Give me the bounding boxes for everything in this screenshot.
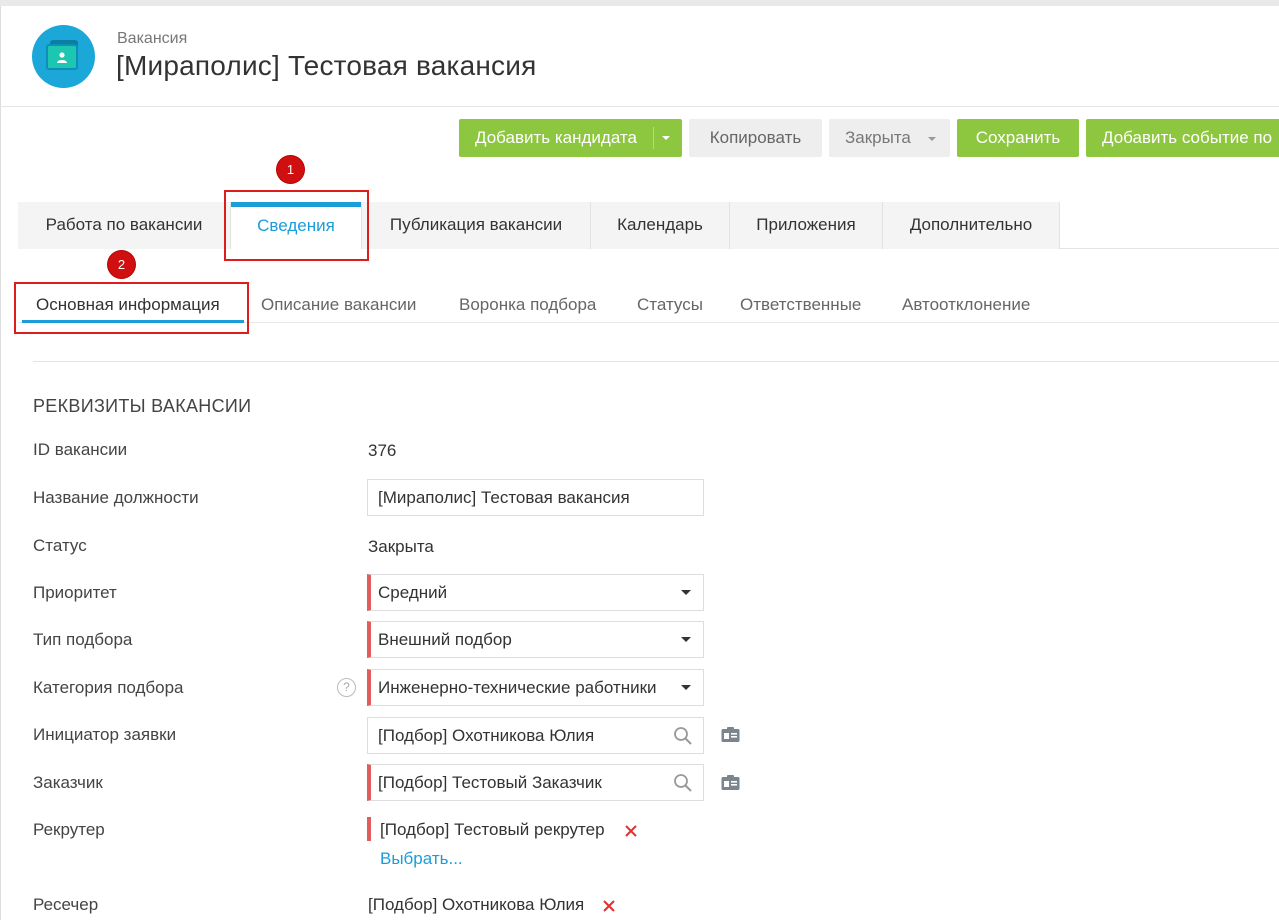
- section-divider: [33, 361, 1279, 362]
- add-candidate-label: Добавить кандидата: [475, 128, 637, 147]
- status-dropdown-label: Закрыта: [845, 128, 911, 147]
- priority-select[interactable]: Средний: [367, 574, 704, 611]
- help-icon[interactable]: ?: [337, 678, 356, 697]
- customer-input-value: [Подбор] Тестовый Заказчик: [378, 773, 602, 792]
- annotation-box-1: [224, 190, 369, 261]
- contact-card-icon[interactable]: [721, 727, 740, 743]
- dropdown-arrow-icon: [681, 637, 691, 642]
- selection-type-select[interactable]: Внешний подбор: [367, 621, 704, 658]
- copy-button[interactable]: Копировать: [689, 119, 822, 157]
- dropdown-arrow-icon: [681, 590, 691, 595]
- status-value: Закрыта: [368, 537, 434, 556]
- page-title: [Мираполис] Тестовая вакансия: [116, 50, 537, 81]
- subtab-description[interactable]: Описание вакансии: [261, 286, 416, 324]
- tab-calendar[interactable]: Календарь: [591, 202, 730, 249]
- position-label: Название должности: [33, 488, 199, 507]
- left-border: [0, 6, 1, 920]
- priority-select-value: Средний: [378, 583, 448, 602]
- recruiter-label: Рекрутер: [33, 820, 105, 839]
- customer-label: Заказчик: [33, 773, 103, 792]
- status-dropdown[interactable]: Закрыта: [829, 119, 950, 157]
- id-value: 376: [368, 441, 397, 460]
- category-select[interactable]: Инженерно-технические работники: [367, 669, 704, 706]
- initiator-input[interactable]: [Подбор] Охотникова Юлия: [367, 717, 704, 754]
- initiator-label: Инициатор заявки: [33, 725, 177, 744]
- required-marker: [367, 817, 371, 841]
- customer-input[interactable]: [Подбор] Тестовый Заказчик: [367, 764, 704, 801]
- subtab-statuses[interactable]: Статусы: [637, 286, 703, 324]
- researcher-label: Ресечер: [33, 895, 99, 914]
- annotation-badge-1: 1: [277, 156, 304, 183]
- section-title: РЕКВИЗИТЫ ВАКАНСИИ: [33, 396, 252, 416]
- page-subtitle: Вакансия: [117, 30, 188, 47]
- subtab-responsible[interactable]: Ответственные: [740, 286, 861, 324]
- search-icon[interactable]: [673, 773, 693, 793]
- remove-icon[interactable]: [624, 824, 638, 838]
- priority-label: Приоритет: [33, 583, 117, 602]
- add-event-button[interactable]: Добавить событие по: [1086, 119, 1279, 157]
- tab-attachments[interactable]: Приложения: [730, 202, 883, 249]
- annotation-box-2: [14, 282, 249, 334]
- position-input-value: [Мираполис] Тестовая вакансия: [378, 488, 630, 507]
- tab-publication[interactable]: Публикация вакансии: [361, 202, 591, 249]
- recruiter-value: [Подбор] Тестовый рекрутер: [380, 820, 605, 839]
- select-recruiter-link[interactable]: Выбрать...: [380, 849, 463, 869]
- search-icon[interactable]: [673, 726, 693, 746]
- chevron-down-icon[interactable]: [662, 136, 670, 140]
- category-label: Категория подбора: [33, 678, 184, 697]
- contact-card-icon[interactable]: [721, 775, 740, 791]
- save-button[interactable]: Сохранить: [957, 119, 1079, 157]
- category-select-value: Инженерно-технические работники: [378, 678, 657, 697]
- page-header: Вакансия [Мираполис] Тестовая вакансия: [0, 6, 1279, 107]
- tab-vacancy-work[interactable]: Работа по вакансии: [18, 202, 231, 249]
- subtab-funnel[interactable]: Воронка подбора: [459, 286, 596, 324]
- chevron-down-icon: [927, 136, 936, 141]
- id-label: ID вакансии: [33, 440, 128, 459]
- position-input[interactable]: [Мираполис] Тестовая вакансия: [367, 479, 704, 516]
- selection-type-label: Тип подбора: [33, 630, 133, 649]
- tab-additional[interactable]: Дополнительно: [883, 202, 1060, 249]
- researcher-value: [Подбор] Охотникова Юлия: [368, 895, 585, 914]
- annotation-badge-2: 2: [108, 251, 135, 278]
- subtab-auto-reject[interactable]: Автоотклонение: [902, 286, 1030, 324]
- vacancy-avatar-icon: [32, 25, 95, 88]
- initiator-input-value: [Подбор] Охотникова Юлия: [378, 726, 595, 745]
- add-candidate-button[interactable]: Добавить кандидата: [459, 119, 682, 157]
- selection-type-select-value: Внешний подбор: [378, 630, 512, 649]
- dropdown-arrow-icon: [681, 685, 691, 690]
- status-label: Статус: [33, 536, 87, 555]
- remove-icon[interactable]: [602, 899, 616, 913]
